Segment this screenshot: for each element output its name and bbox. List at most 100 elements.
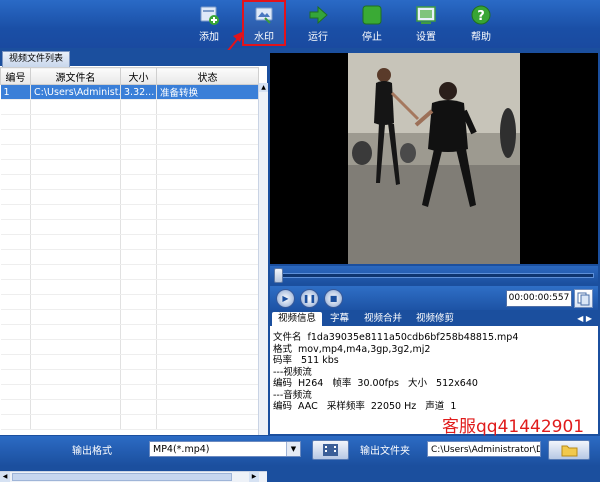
- add-file-icon: [200, 6, 219, 25]
- time-display: 00:00:00:557: [506, 290, 572, 307]
- video-info-text: 文件名 f1da39035e8111a50cdb6bf258b48815.mp4…: [273, 332, 518, 413]
- table-row-empty: [0, 279, 259, 295]
- settings-icon: [416, 6, 436, 24]
- table-row-empty: [0, 399, 259, 415]
- table-row-empty: [0, 384, 259, 400]
- table-row-empty: [0, 249, 259, 265]
- video-frame: [348, 53, 520, 264]
- col-header-source-file[interactable]: 源文件名: [30, 67, 121, 85]
- dancers-image: [348, 53, 520, 264]
- cell-number: 1: [0, 84, 31, 100]
- info-video-stream: ---视频流: [273, 366, 312, 378]
- info-panel: 视频信息 字幕 视频合并 视频修剪 ◀ ▶ 文件名 f1da39035e8111…: [270, 312, 598, 437]
- stop-label: 停止: [362, 32, 382, 43]
- stop-small-icon: ■: [329, 294, 338, 303]
- cell-status: 准备转换: [156, 84, 259, 100]
- copy-icon: [577, 292, 590, 306]
- list-horizontal-scrollbar[interactable]: ◀ ▶: [0, 471, 267, 482]
- help-icon: ?: [471, 5, 491, 25]
- output-folder-input[interactable]: C:\Users\Administrator\Des: [427, 441, 541, 457]
- table-row-empty: [0, 174, 259, 190]
- seek-bar[interactable]: [270, 266, 598, 284]
- file-list-panel: 视频文件列表 编号 源文件名 大小 状态 1 C:\Users\Administ…: [0, 50, 268, 482]
- run-button[interactable]: 运行: [296, 2, 340, 44]
- col-header-size[interactable]: 大小: [120, 67, 157, 85]
- tab-video-merge[interactable]: 视频合并: [364, 312, 402, 326]
- stop-button[interactable]: 停止: [350, 2, 394, 44]
- table-row-empty: [0, 369, 259, 385]
- info-filename: 文件名 f1da39035e8111a50cdb6bf258b48815.mp4: [273, 332, 519, 343]
- table-row-empty: [0, 129, 259, 145]
- list-vertical-scrollbar[interactable]: ▲: [258, 83, 268, 435]
- scroll-right-icon[interactable]: ▶: [249, 472, 259, 482]
- output-folder-label: 输出文件夹: [360, 446, 410, 457]
- col-header-status[interactable]: 状态: [156, 67, 259, 85]
- help-button[interactable]: ? 帮助: [459, 2, 503, 44]
- video-preview: [270, 53, 598, 264]
- tab-video-file-list[interactable]: 视频文件列表: [2, 51, 71, 67]
- settings-button[interactable]: 设置: [404, 2, 448, 44]
- info-tab-bar: 视频信息 字幕 视频合并 视频修剪 ◀ ▶: [270, 312, 598, 326]
- player-controls: ▶ ❚❚ ■ 00:00:00:557: [270, 286, 598, 310]
- file-list-tab-bar: 视频文件列表: [0, 50, 267, 67]
- format-settings-button[interactable]: [312, 440, 349, 460]
- svg-text:?: ?: [477, 9, 485, 24]
- bottom-bar: 输出格式 MP4(*.mp4) ▼ 输出文件夹 C:\Users\Adminis…: [0, 436, 600, 466]
- stop-playback-button[interactable]: ■: [324, 289, 343, 308]
- snapshot-button[interactable]: [574, 289, 593, 308]
- output-format-select[interactable]: MP4(*.mp4) ▼: [149, 441, 301, 457]
- chevron-down-icon[interactable]: ▼: [286, 442, 300, 456]
- table-row-empty: [0, 264, 259, 280]
- table-row[interactable]: 1 C:\Users\Administ... 3.32... 准备转换: [0, 84, 259, 100]
- cell-size: 3.32...: [120, 84, 157, 100]
- table-row-empty: [0, 159, 259, 175]
- scroll-thumb[interactable]: [12, 473, 232, 481]
- table-row-empty: [0, 114, 259, 130]
- scroll-up-icon[interactable]: ▲: [259, 83, 268, 92]
- info-video-codec: 编码 H264 帧率 30.00fps 大小 512x640: [273, 378, 478, 389]
- table-row-empty: [0, 354, 259, 370]
- table-row-empty: [0, 339, 259, 355]
- table-row-empty: [0, 99, 259, 115]
- info-bitrate: 码率 511 kbs: [273, 355, 339, 366]
- folder-icon: [561, 445, 578, 457]
- table-row-empty: [0, 189, 259, 205]
- table-row-empty: [0, 309, 259, 325]
- tab-scroll-arrows-icon[interactable]: ◀ ▶: [577, 312, 592, 326]
- tab-video-trim[interactable]: 视频修剪: [416, 312, 454, 326]
- output-format-value: MP4(*.mp4): [153, 444, 210, 455]
- stop-icon: [362, 5, 382, 25]
- seek-thumb[interactable]: [274, 268, 283, 283]
- play-icon: ▶: [282, 294, 289, 303]
- run-arrow-icon: [309, 5, 328, 25]
- help-label: 帮助: [471, 32, 491, 43]
- customer-service-contact: 客服qq41442901: [442, 417, 585, 437]
- watermark-icon: [255, 7, 273, 24]
- scroll-left-icon[interactable]: ◀: [0, 472, 10, 482]
- play-button[interactable]: ▶: [276, 289, 295, 308]
- film-icon: [323, 444, 338, 456]
- output-format-label: 输出格式: [72, 446, 112, 457]
- info-audio-stream: ---音频流: [273, 389, 312, 401]
- tab-video-info[interactable]: 视频信息: [272, 312, 323, 326]
- col-header-number[interactable]: 编号: [0, 67, 31, 85]
- info-format: 格式 mov,mp4,m4a,3gp,3g2,mj2: [273, 343, 431, 355]
- table-row-empty: [0, 324, 259, 340]
- table-row-empty: [0, 414, 259, 430]
- run-label: 运行: [308, 32, 328, 43]
- table-row-empty: [0, 219, 259, 235]
- table-row-empty: [0, 294, 259, 310]
- toolbar: 添加 水印 运行 停止 设置 ? 帮助: [0, 0, 600, 48]
- settings-label: 设置: [416, 32, 436, 43]
- seek-track[interactable]: [276, 273, 594, 278]
- table-row-empty: [0, 234, 259, 250]
- pause-button[interactable]: ❚❚: [300, 289, 319, 308]
- pause-icon: ❚❚: [302, 294, 317, 303]
- info-audio-codec: 编码 AAC 采样频率 22050 Hz 声道 1: [273, 401, 457, 412]
- table-row-empty: [0, 204, 259, 220]
- browse-folder-button[interactable]: [548, 440, 590, 460]
- table-row-empty: [0, 144, 259, 160]
- cell-source-file: C:\Users\Administ...: [30, 84, 121, 100]
- file-table: 编号 源文件名 大小 状态 1 C:\Users\Administ... 3.3…: [0, 67, 259, 430]
- tab-subtitle[interactable]: 字幕: [330, 312, 349, 326]
